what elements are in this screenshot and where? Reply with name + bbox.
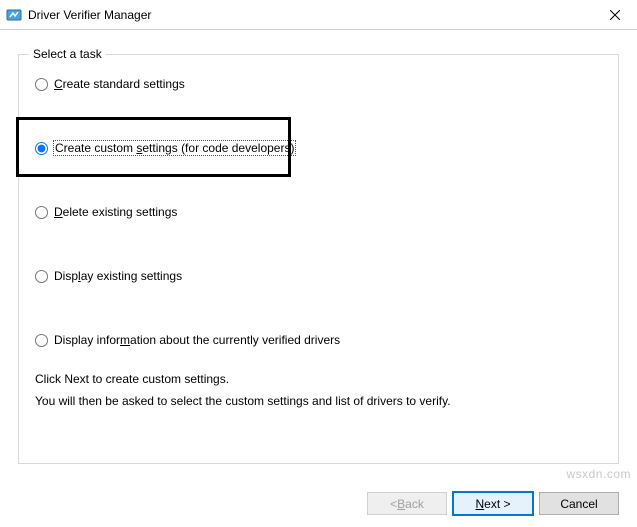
label-delete-existing: Delete existing settings	[54, 205, 177, 219]
next-button[interactable]: Next >	[453, 492, 533, 515]
radio-create-custom[interactable]	[35, 142, 48, 155]
task-groupbox: Select a task Create standard settings C…	[18, 54, 619, 464]
back-button: < Back	[367, 492, 447, 515]
dialog-content: Select a task Create standard settings C…	[0, 30, 637, 527]
cancel-button[interactable]: Cancel	[539, 492, 619, 515]
label-create-custom: Create custom settings (for code develop…	[54, 141, 295, 155]
groupbox-legend: Select a task	[29, 47, 106, 61]
label-display-existing: Display existing settings	[54, 269, 182, 283]
button-row: < Back Next > Cancel	[367, 492, 619, 515]
option-delete-existing[interactable]: Delete existing settings	[35, 201, 602, 223]
option-display-info[interactable]: Display information about the currently …	[35, 329, 602, 351]
radio-create-standard[interactable]	[35, 78, 48, 91]
option-create-custom[interactable]: Create custom settings (for code develop…	[35, 137, 602, 159]
label-display-info: Display information about the currently …	[54, 333, 340, 347]
radio-delete-existing[interactable]	[35, 206, 48, 219]
close-button[interactable]	[592, 0, 637, 29]
app-icon	[6, 7, 22, 23]
window-title: Driver Verifier Manager	[28, 8, 592, 22]
titlebar: Driver Verifier Manager	[0, 0, 637, 30]
radio-display-existing[interactable]	[35, 270, 48, 283]
option-display-existing[interactable]: Display existing settings	[35, 265, 602, 287]
instruction-line-1: Click Next to create custom settings.	[35, 369, 602, 391]
option-create-standard[interactable]: Create standard settings	[35, 73, 602, 95]
radio-display-info[interactable]	[35, 334, 48, 347]
watermark: wsxdn.com	[566, 467, 631, 481]
label-create-standard: Create standard settings	[54, 77, 185, 91]
instructions: Click Next to create custom settings. Yo…	[35, 369, 602, 412]
instruction-line-2: You will then be asked to select the cus…	[35, 391, 602, 413]
